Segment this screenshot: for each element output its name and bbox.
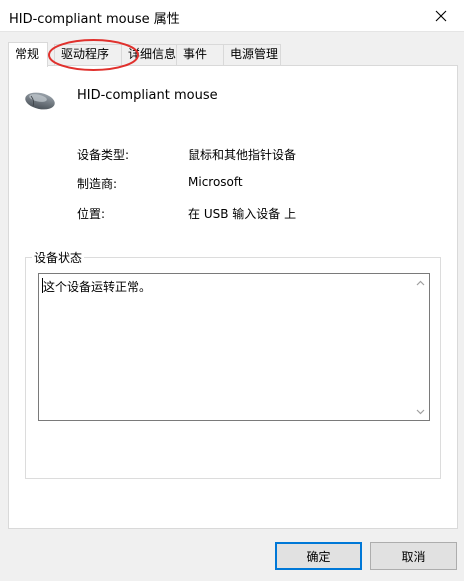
location-label: 位置: bbox=[77, 207, 106, 221]
tab-details[interactable]: 详细信息 bbox=[121, 44, 177, 65]
device-type-value: 鼠标和其他指针设备 bbox=[188, 148, 297, 162]
close-icon bbox=[435, 10, 447, 22]
manufacturer-label: 制造商: bbox=[77, 177, 118, 191]
device-status-label: 设备状态 bbox=[32, 249, 85, 266]
scroll-up-button[interactable] bbox=[412, 274, 429, 291]
scroll-down-button[interactable] bbox=[412, 403, 429, 420]
device-status-text: 这个设备运转正常。 bbox=[43, 280, 152, 294]
chevron-up-icon bbox=[416, 280, 425, 285]
tab-power-management[interactable]: 电源管理 bbox=[223, 44, 281, 65]
title-bar: HID-compliant mouse 属性 bbox=[0, 0, 464, 32]
vertical-scrollbar[interactable] bbox=[412, 274, 429, 420]
tab-driver[interactable]: 驱动程序 bbox=[54, 44, 122, 65]
tab-panel-general: HID-compliant mouse 设备类型: 鼠标和其他指针设备 制造商:… bbox=[8, 65, 458, 529]
chevron-down-icon bbox=[416, 409, 425, 414]
window-title: HID-compliant mouse 属性 bbox=[9, 12, 180, 27]
tab-general[interactable]: 常规 bbox=[8, 42, 48, 67]
tab-strip: 常规 驱动程序 详细信息 事件 电源管理 bbox=[8, 42, 458, 67]
location-value: 在 USB 输入设备 上 bbox=[188, 207, 297, 221]
device-type-label: 设备类型: bbox=[77, 148, 130, 162]
cancel-button[interactable]: 取消 bbox=[370, 542, 457, 570]
manufacturer-value: Microsoft bbox=[188, 175, 243, 189]
device-name: HID-compliant mouse bbox=[77, 88, 218, 103]
device-status-group: 设备状态 这个设备运转正常。 bbox=[25, 249, 441, 479]
device-status-textbox[interactable]: 这个设备运转正常。 bbox=[38, 273, 430, 421]
ok-button[interactable]: 确定 bbox=[275, 542, 362, 570]
mouse-icon bbox=[25, 92, 55, 110]
close-button[interactable] bbox=[418, 0, 464, 32]
tab-events[interactable]: 事件 bbox=[176, 44, 224, 65]
